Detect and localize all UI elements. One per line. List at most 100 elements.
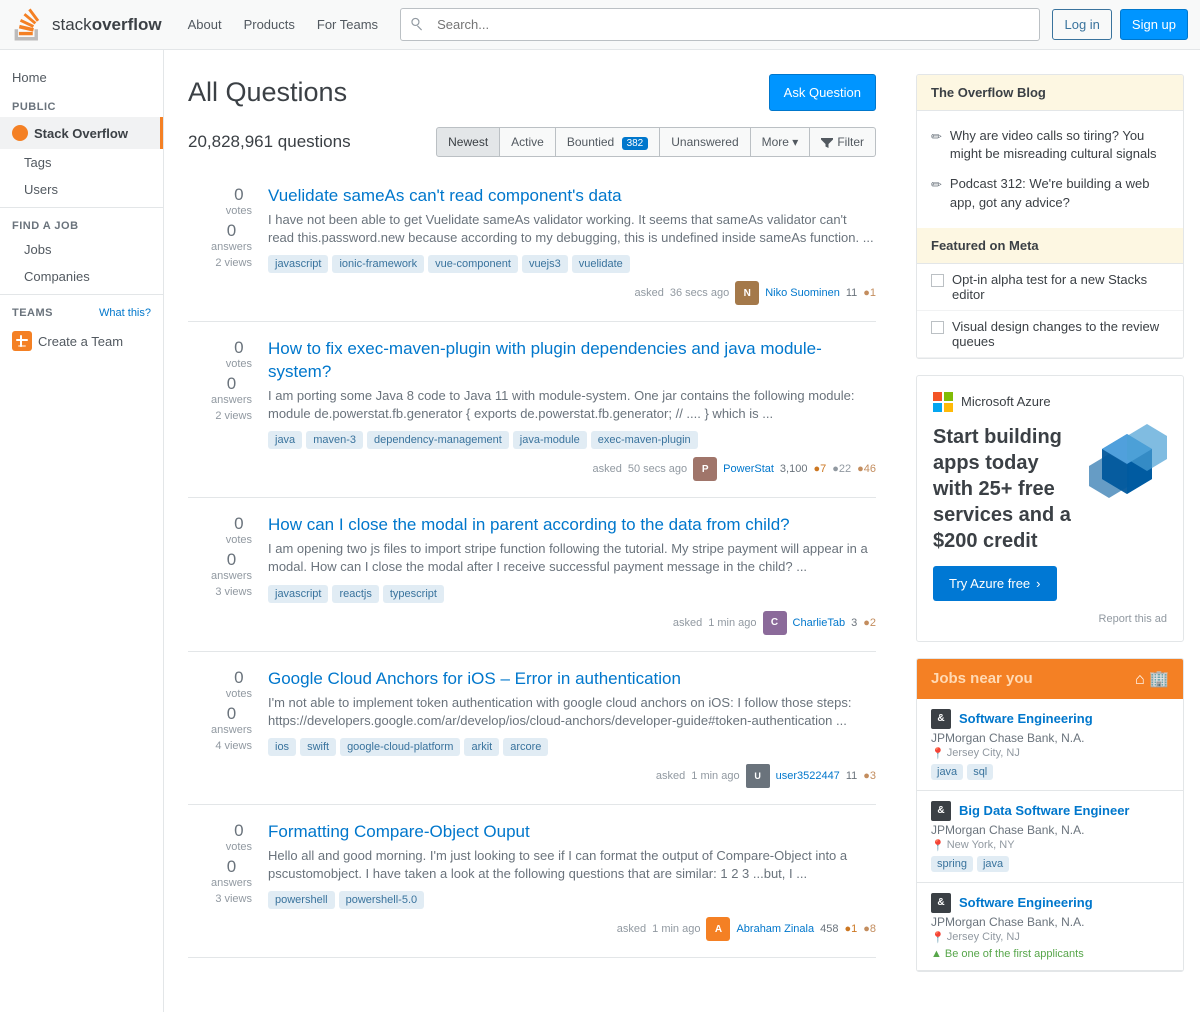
tab-newest[interactable]: Newest <box>436 127 500 157</box>
sidebar-item-home[interactable]: Home <box>0 62 163 93</box>
question-title[interactable]: How can I close the modal in parent acco… <box>268 515 790 534</box>
asked-time: 1 min ago <box>691 770 739 782</box>
question-stats: 0 votes 0 answers 2 views <box>188 338 268 481</box>
question-title[interactable]: Vuelidate sameAs can't read component's … <box>268 186 622 205</box>
meta-checkbox[interactable] <box>931 274 944 287</box>
user-link[interactable]: user3522447 <box>776 770 840 782</box>
create-team-icon <box>12 331 32 351</box>
question-title[interactable]: Google Cloud Anchors for iOS – Error in … <box>268 669 681 688</box>
tab-bountied[interactable]: Bountied 382 <box>556 127 660 157</box>
location-pin-icon: 📍 <box>931 747 945 760</box>
question-item: 0 votes 0 answers 2 views Vuelidate same… <box>188 169 876 322</box>
job-title-link[interactable]: Software Engineering <box>959 711 1093 726</box>
question-excerpt: I am porting some Java 8 code to Java 11… <box>268 387 876 423</box>
tag[interactable]: vue-component <box>428 255 518 273</box>
location-pin-icon: 📍 <box>931 931 945 944</box>
tab-active[interactable]: Active <box>500 127 556 157</box>
nav-products[interactable]: Products <box>234 9 305 40</box>
question-tags: powershell powershell-5.0 <box>268 891 876 909</box>
create-team-button[interactable]: Create a Team <box>0 323 163 359</box>
question-title[interactable]: Formatting Compare-Object Ouput <box>268 822 530 841</box>
job-tags: java sql <box>931 764 1169 780</box>
tag[interactable]: google-cloud-platform <box>340 738 460 756</box>
tag[interactable]: swift <box>300 738 336 756</box>
site-logo[interactable]: stackoverflow <box>12 6 162 43</box>
teams-what-link[interactable]: What this? <box>99 307 151 319</box>
user-link[interactable]: CharlieTab <box>793 617 846 629</box>
tag[interactable]: powershell-5.0 <box>339 891 425 909</box>
user-link[interactable]: PowerStat <box>723 463 774 475</box>
search-icon <box>410 16 424 33</box>
bountied-badge: 382 <box>622 137 649 150</box>
tag[interactable]: vuelidate <box>572 255 630 273</box>
tag[interactable]: arkit <box>464 738 499 756</box>
tag[interactable]: vuejs3 <box>522 255 568 273</box>
question-title[interactable]: How to fix exec-maven-plugin with plugin… <box>268 339 822 380</box>
tag[interactable]: powershell <box>268 891 335 909</box>
tab-unanswered[interactable]: Unanswered <box>660 127 750 157</box>
ask-question-button[interactable]: Ask Question <box>769 74 876 111</box>
tag[interactable]: arcore <box>503 738 548 756</box>
job-tag[interactable]: sql <box>967 764 993 780</box>
tag[interactable]: java-module <box>513 431 587 449</box>
answer-count: 0 <box>211 704 252 724</box>
views-count: 2 views <box>215 410 252 422</box>
tag[interactable]: java <box>268 431 302 449</box>
answers-block: 0 answers <box>211 857 252 889</box>
question-meta: asked 1 min ago U user3522447 11 ●3 <box>268 764 876 788</box>
azure-cta-button[interactable]: Try Azure free › <box>933 566 1057 601</box>
tag[interactable]: javascript <box>268 255 328 273</box>
answer-count: 0 <box>211 857 252 877</box>
sidebar-item-companies[interactable]: Companies <box>0 263 163 290</box>
azure-logo: Microsoft Azure <box>933 392 1167 412</box>
nav-for-teams[interactable]: For Teams <box>307 9 388 40</box>
sidebar-item-stackoverflow[interactable]: Stack Overflow <box>0 117 163 149</box>
user-link[interactable]: Niko Suominen <box>765 287 840 299</box>
job-title-link[interactable]: Big Data Software Engineer <box>959 803 1129 818</box>
job-item: & Big Data Software Engineer JPMorgan Ch… <box>917 791 1183 883</box>
login-button[interactable]: Log in <box>1052 9 1111 40</box>
divider-1 <box>0 207 163 208</box>
overflow-blog-widget: The Overflow Blog ✏ Why are video calls … <box>916 74 1184 359</box>
tag[interactable]: typescript <box>383 585 444 603</box>
job-location: 📍 New York, NY <box>931 839 1169 852</box>
tag[interactable]: dependency-management <box>367 431 509 449</box>
question-tags: javascript reactjs typescript <box>268 585 876 603</box>
left-sidebar: Home PUBLIC Stack Overflow Tags Users FI… <box>0 50 164 1012</box>
tab-more[interactable]: More ▾ <box>751 127 811 157</box>
main-content: All Questions Ask Question 20,828,961 qu… <box>164 50 900 1012</box>
question-meta: asked 36 secs ago N Niko Suominen 11 ●1 <box>268 281 876 305</box>
job-title-link[interactable]: Software Engineering <box>959 895 1093 910</box>
tag[interactable]: ios <box>268 738 296 756</box>
tag[interactable]: ionic-framework <box>332 255 424 273</box>
filter-button[interactable]: Filter <box>810 127 876 157</box>
azure-brand: Microsoft Azure <box>961 394 1051 409</box>
answer-count: 0 <box>211 550 252 570</box>
sidebar-item-jobs[interactable]: Jobs <box>0 236 163 263</box>
user-link[interactable]: Abraham Zinala <box>736 923 814 935</box>
tag[interactable]: exec-maven-plugin <box>591 431 698 449</box>
nav-about[interactable]: About <box>178 9 232 40</box>
blog-item-text: Podcast 312: We're building a web app, g… <box>950 175 1169 211</box>
sidebar-item-tags[interactable]: Tags <box>0 149 163 176</box>
triangle-icon: ▲ <box>931 948 942 960</box>
tag[interactable]: reactjs <box>332 585 378 603</box>
search-input[interactable] <box>400 8 1040 41</box>
answers-label: answers <box>211 570 252 582</box>
sidebar-item-users[interactable]: Users <box>0 176 163 203</box>
question-count: 20,828,961 questions <box>188 132 351 152</box>
avatar: C <box>763 611 787 635</box>
job-special: ▲ Be one of the first applicants <box>931 948 1169 960</box>
job-tag[interactable]: java <box>931 764 963 780</box>
job-item: & Software Engineering JPMorgan Chase Ba… <box>917 699 1183 791</box>
tag[interactable]: maven-3 <box>306 431 363 449</box>
company-icon: & <box>931 801 951 821</box>
question-stats: 0 votes 0 answers 2 views <box>188 185 268 305</box>
question-meta: asked 50 secs ago P PowerStat 3,100 ●7 ●… <box>268 457 876 481</box>
signup-button[interactable]: Sign up <box>1120 9 1188 40</box>
arrow-icon: › <box>1036 576 1040 591</box>
asked-time: 1 min ago <box>652 923 700 935</box>
report-ad-link[interactable]: Report this ad <box>933 613 1167 625</box>
meta-checkbox[interactable] <box>931 321 944 334</box>
tag[interactable]: javascript <box>268 585 328 603</box>
